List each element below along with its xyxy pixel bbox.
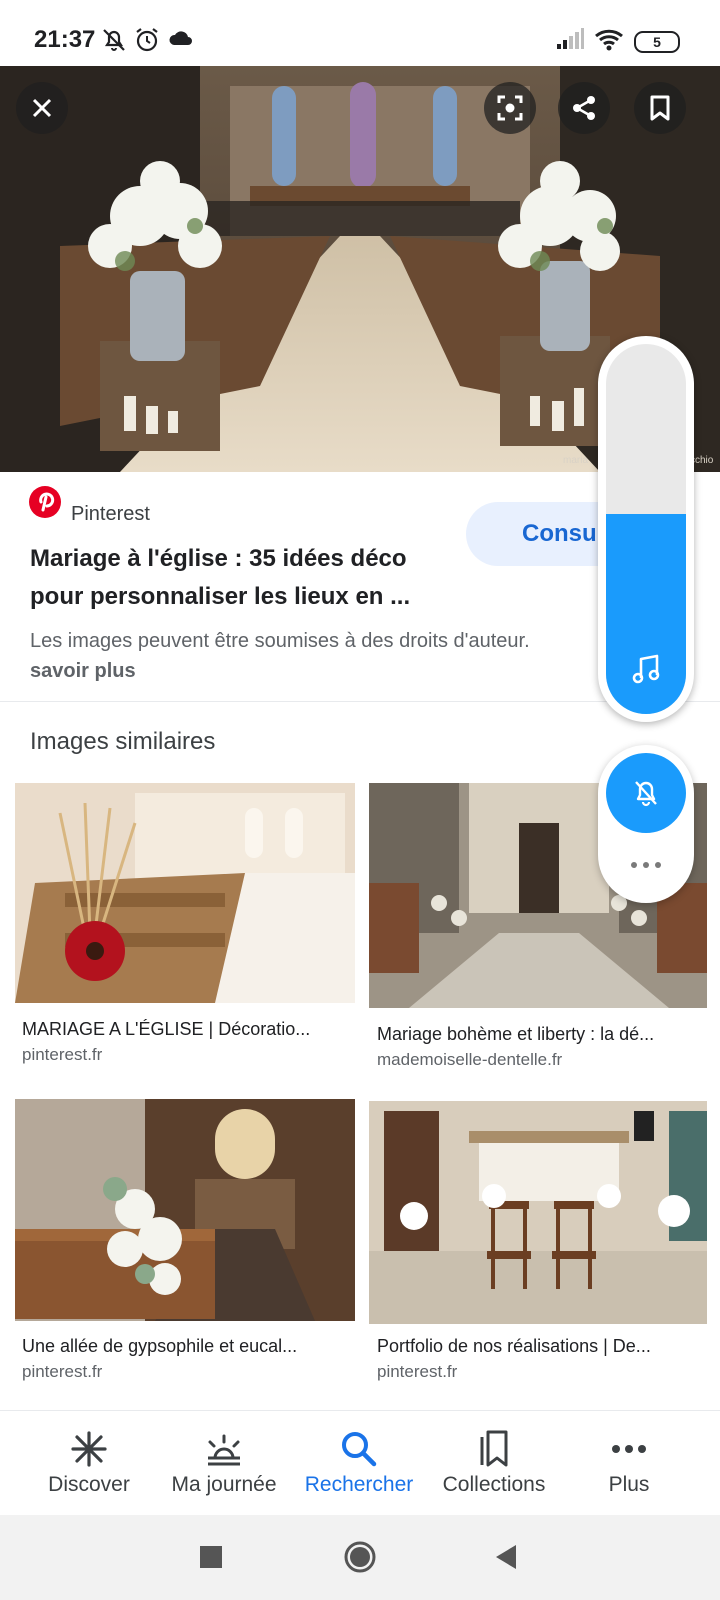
nav-label-collections: Collections	[442, 1473, 546, 1496]
similar-site-3: pinterest.fr	[22, 1362, 103, 1381]
nav-rechercher[interactable]: Rechercher	[291, 1411, 427, 1515]
alarm-icon	[136, 28, 158, 52]
source-name[interactable]: Pinterest	[71, 503, 150, 526]
wifi-icon	[595, 29, 623, 51]
ringer-mode-button[interactable]	[606, 753, 686, 833]
cloud-icon	[169, 31, 192, 45]
close-icon	[32, 98, 52, 118]
collections-icon	[474, 1429, 514, 1469]
ceremony-chairs-photo	[369, 1101, 707, 1324]
copyright-notice: Les images peuvent être soumises à des d…	[30, 630, 530, 652]
system-navigation-bar	[0, 1515, 720, 1600]
similar-site-2: mademoiselle-dentelle.fr	[377, 1050, 563, 1069]
sunrise-icon	[204, 1429, 244, 1469]
similar-title-1[interactable]: MARIAGE A L'ÉGLISE | Décoratio...	[22, 1019, 342, 1040]
search-icon	[339, 1429, 379, 1469]
ringer-panel	[598, 745, 694, 903]
bookmark-button[interactable]	[634, 82, 686, 134]
close-button[interactable]	[16, 82, 68, 134]
nav-discover[interactable]: Discover	[21, 1411, 157, 1515]
similar-title-2[interactable]: Mariage bohème et liberty : la dé...	[377, 1024, 697, 1045]
battery-level: 5	[653, 34, 661, 50]
status-time: 21:37	[34, 26, 96, 53]
volume-panel	[598, 336, 694, 722]
bookmark-icon	[650, 95, 670, 121]
volume-level-fill	[606, 514, 686, 714]
nav-ma-journee[interactable]: Ma journée	[156, 1411, 292, 1515]
watermark-left: maria	[563, 455, 588, 466]
similar-image-4[interactable]	[369, 1101, 707, 1324]
recents-button[interactable]	[200, 1546, 222, 1568]
status-bar: 21:37 5	[0, 0, 720, 66]
similar-title-3[interactable]: Une allée de gypsophile et eucal...	[22, 1336, 342, 1357]
nav-label-plus: Plus	[608, 1473, 650, 1496]
similar-images-heading: Images similaires	[30, 728, 216, 755]
pinterest-logo-icon	[29, 486, 61, 518]
learn-more-link[interactable]: savoir plus	[30, 660, 136, 683]
share-button[interactable]	[558, 82, 610, 134]
lens-icon	[497, 95, 523, 121]
similar-image-3[interactable]	[15, 1099, 355, 1321]
more-icon	[609, 1429, 649, 1469]
back-button[interactable]	[494, 1544, 518, 1570]
music-note-icon	[632, 654, 660, 684]
similar-image-1[interactable]	[15, 783, 355, 1003]
lens-button[interactable]	[484, 82, 536, 134]
signal-icon	[557, 28, 584, 49]
similar-site-4: pinterest.fr	[377, 1362, 458, 1381]
battery-icon: 5	[634, 31, 680, 53]
share-icon	[573, 96, 595, 120]
nav-label-discover: Discover	[48, 1473, 130, 1496]
church-wheat-photo	[15, 783, 355, 1003]
result-title[interactable]: Mariage à l'église : 35 idées déco pour …	[30, 540, 450, 616]
bottom-navigation: Discover Ma journée Rechercher Collectio…	[0, 1410, 720, 1515]
more-options-icon[interactable]	[630, 861, 662, 869]
result-title-line1: Mariage à l'église : 35 idées déco	[30, 545, 407, 572]
nav-collections[interactable]: Collections	[426, 1411, 562, 1515]
mute-icon	[103, 29, 125, 51]
gypsophila-aisle-photo	[15, 1099, 355, 1321]
nav-label-ma-journee: Ma journée	[171, 1473, 277, 1496]
volume-slider[interactable]	[606, 344, 686, 714]
nav-plus[interactable]: Plus	[561, 1411, 697, 1515]
result-title-line2: pour personnaliser les lieux en ...	[30, 583, 411, 610]
asterisk-icon	[69, 1429, 109, 1469]
nav-label-rechercher: Rechercher	[304, 1473, 414, 1496]
similar-title-4[interactable]: Portfolio de nos réalisations | De...	[377, 1336, 697, 1357]
home-button[interactable]	[343, 1540, 377, 1574]
similar-site-1: pinterest.fr	[22, 1045, 103, 1064]
bell-off-icon	[635, 781, 657, 807]
